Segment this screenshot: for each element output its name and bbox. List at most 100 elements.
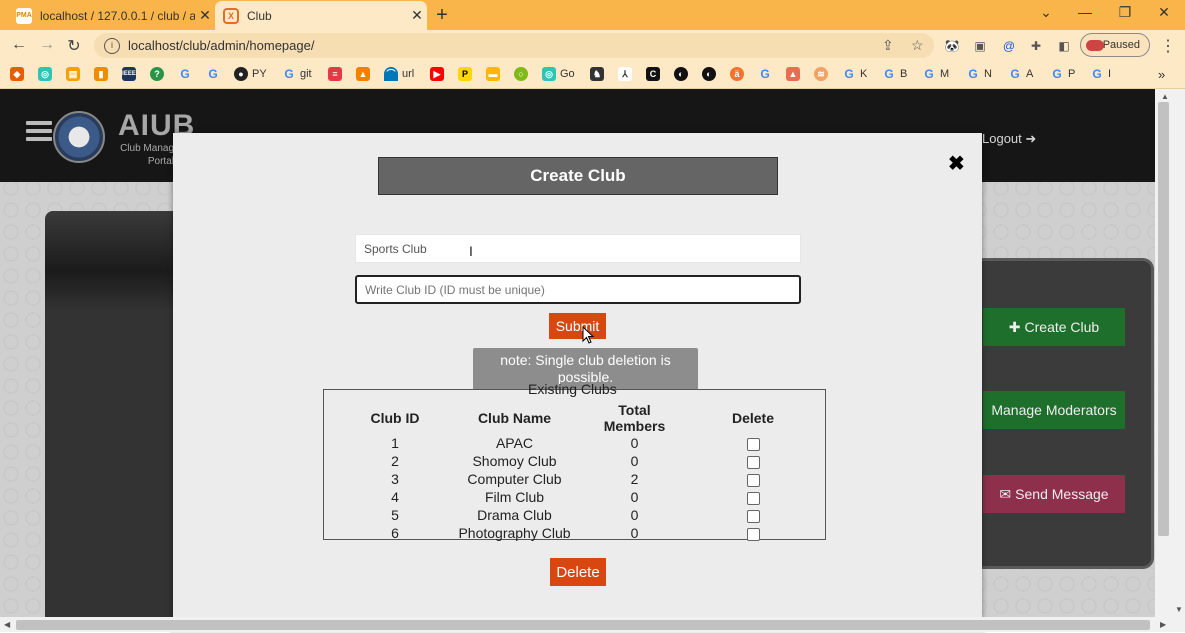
extension-icon[interactable]: ▣ xyxy=(972,38,988,54)
google-icon: G xyxy=(1052,67,1062,81)
bookmark-item[interactable]: ⌒ url xyxy=(384,66,414,82)
scroll-down-icon[interactable]: ▼ xyxy=(1175,605,1183,614)
bookmark-icon: ≡ xyxy=(328,67,342,81)
reload-icon[interactable]: ↻ xyxy=(65,36,83,56)
tab-club[interactable]: X Club ✕ xyxy=(215,1,427,30)
tab-search-icon[interactable]: ⌄ xyxy=(1036,4,1056,21)
club-id-input[interactable] xyxy=(355,275,801,304)
delete-checkbox[interactable] xyxy=(746,491,760,505)
bookmark-item[interactable]: ◐ xyxy=(674,66,692,82)
bookmark-item[interactable]: ▮ xyxy=(94,66,112,82)
bookmark-item[interactable]: ä xyxy=(730,66,748,82)
bookmark-item[interactable]: GA xyxy=(1008,66,1033,82)
bookmark-item[interactable]: IEEE xyxy=(122,66,140,82)
bookmark-item[interactable]: GN xyxy=(966,66,992,82)
bookmark-item[interactable]: P xyxy=(458,66,476,82)
bookmark-star-icon[interactable]: ☆ xyxy=(911,37,924,54)
close-icon[interactable]: ✖ xyxy=(948,151,965,176)
delete-checkbox[interactable] xyxy=(746,473,760,487)
bookmark-item[interactable]: ◆ xyxy=(10,66,28,82)
minimize-icon[interactable]: — xyxy=(1075,4,1095,20)
column-header: Club Name xyxy=(477,410,552,426)
bookmark-item[interactable]: G xyxy=(178,66,196,82)
manage-moderators-button[interactable]: Manage Moderators xyxy=(983,391,1125,429)
at-extension-icon[interactable]: @ xyxy=(1001,38,1017,54)
delete-checkbox[interactable] xyxy=(746,527,760,541)
delete-button[interactable]: Delete xyxy=(550,558,606,586)
profile-button[interactable]: Paused xyxy=(1080,33,1150,57)
google-icon: G xyxy=(284,67,294,81)
scroll-up-icon[interactable]: ▲ xyxy=(1161,92,1169,101)
bookmark-item[interactable]: ▤ xyxy=(66,66,84,82)
scroll-right-icon[interactable]: ▶ xyxy=(1160,620,1166,629)
bookmark-item[interactable]: ▶ xyxy=(430,66,448,82)
send-message-button[interactable]: ✉ Send Message xyxy=(983,475,1125,513)
delete-cell xyxy=(677,434,829,452)
create-club-modal: Create Club ✖ I Submit note: Single club… xyxy=(173,133,982,633)
address-bar[interactable]: i localhost/club/admin/homepage/ ⇪ ☆ xyxy=(94,33,934,58)
delete-cell xyxy=(677,452,829,470)
bookmark-item[interactable]: G xyxy=(206,66,224,82)
bookmark-item[interactable]: GM xyxy=(922,66,949,82)
text-cursor-icon: I xyxy=(469,243,473,259)
bookmark-item[interactable]: GB xyxy=(882,66,907,82)
bookmark-item[interactable]: ◎ xyxy=(38,66,56,82)
delete-cell xyxy=(677,488,829,506)
bookmark-item[interactable]: Ggit xyxy=(282,66,311,82)
restore-icon[interactable]: ❐ xyxy=(1115,4,1135,21)
club-name-cell: APAC xyxy=(495,435,534,451)
club-members-cell: 0 xyxy=(630,435,639,451)
matlab-icon: ▲ xyxy=(786,67,800,81)
bookmark-item[interactable]: G xyxy=(758,66,776,82)
bookmark-item[interactable]: ● PY xyxy=(234,66,267,82)
bookmark-item[interactable]: ⅄ xyxy=(618,66,636,82)
bookmark-item[interactable]: GI xyxy=(1090,66,1111,82)
delete-checkbox[interactable] xyxy=(746,455,760,469)
delete-checkbox[interactable] xyxy=(746,437,760,451)
browser-menu-icon[interactable]: ⋮ xyxy=(1160,36,1176,56)
bookmark-icon: ◎ xyxy=(38,67,52,81)
back-icon[interactable]: ← xyxy=(10,36,28,54)
tab-phpmyadmin[interactable]: PMA localhost / 127.0.0.1 / club / adm ✕ xyxy=(8,1,215,30)
button-label: Create Club xyxy=(1024,319,1100,335)
more-bookmarks-icon[interactable]: » xyxy=(1158,66,1165,82)
google-icon: G xyxy=(1092,67,1102,81)
bookmark-item[interactable]: ▲ xyxy=(356,66,374,82)
bookmark-item[interactable]: ♞ xyxy=(590,66,608,82)
horizontal-scroll-thumb[interactable] xyxy=(16,620,1150,630)
bookmark-item[interactable]: ▬ xyxy=(486,66,504,82)
forward-icon[interactable]: → xyxy=(38,36,56,54)
bookmark-item[interactable]: ▲ xyxy=(786,66,804,82)
bookmark-label: M xyxy=(940,68,950,80)
bookmark-item[interactable]: GK xyxy=(842,66,867,82)
window-close-icon[interactable]: ✕ xyxy=(1154,4,1174,21)
side-panel-icon[interactable]: ◧ xyxy=(1056,38,1072,54)
hamburger-menu-icon[interactable] xyxy=(26,121,52,145)
delete-checkbox[interactable] xyxy=(746,509,760,523)
club-id-cell: 4 xyxy=(391,489,399,505)
close-tab-icon[interactable]: ✕ xyxy=(407,7,427,24)
bookmark-item[interactable]: C xyxy=(646,66,664,82)
create-club-button[interactable]: ✚ Create Club xyxy=(983,308,1125,346)
panda-extension-icon[interactable]: 🐼 xyxy=(944,38,960,54)
bookmark-icon: ≋ xyxy=(814,67,828,81)
bookmark-item[interactable]: ◐ xyxy=(702,66,720,82)
close-tab-icon[interactable]: ✕ xyxy=(195,7,215,24)
bookmark-item[interactable]: ≡ xyxy=(328,66,346,82)
bookmark-item[interactable]: ≋ xyxy=(814,66,832,82)
submit-button[interactable]: Submit xyxy=(549,313,606,339)
site-info-icon[interactable]: i xyxy=(104,37,120,54)
logout-link[interactable]: Logout ➜ xyxy=(982,131,1036,147)
vertical-scroll-thumb[interactable] xyxy=(1158,102,1169,536)
scroll-left-icon[interactable]: ◀ xyxy=(4,620,10,629)
bookmark-item[interactable]: ◎ Go xyxy=(542,66,575,82)
link-icon: ⌒ xyxy=(384,67,398,81)
bookmark-item[interactable]: ? xyxy=(150,66,168,82)
bookmark-item[interactable]: ○ xyxy=(514,66,532,82)
club-name-input[interactable] xyxy=(355,234,801,263)
extensions-puzzle-icon[interactable]: ✚ xyxy=(1028,38,1044,54)
share-icon[interactable]: ⇪ xyxy=(882,37,894,54)
new-tab-icon[interactable]: + xyxy=(432,4,452,27)
bookmark-item[interactable]: GP xyxy=(1050,66,1075,82)
google-icon: G xyxy=(760,67,770,81)
